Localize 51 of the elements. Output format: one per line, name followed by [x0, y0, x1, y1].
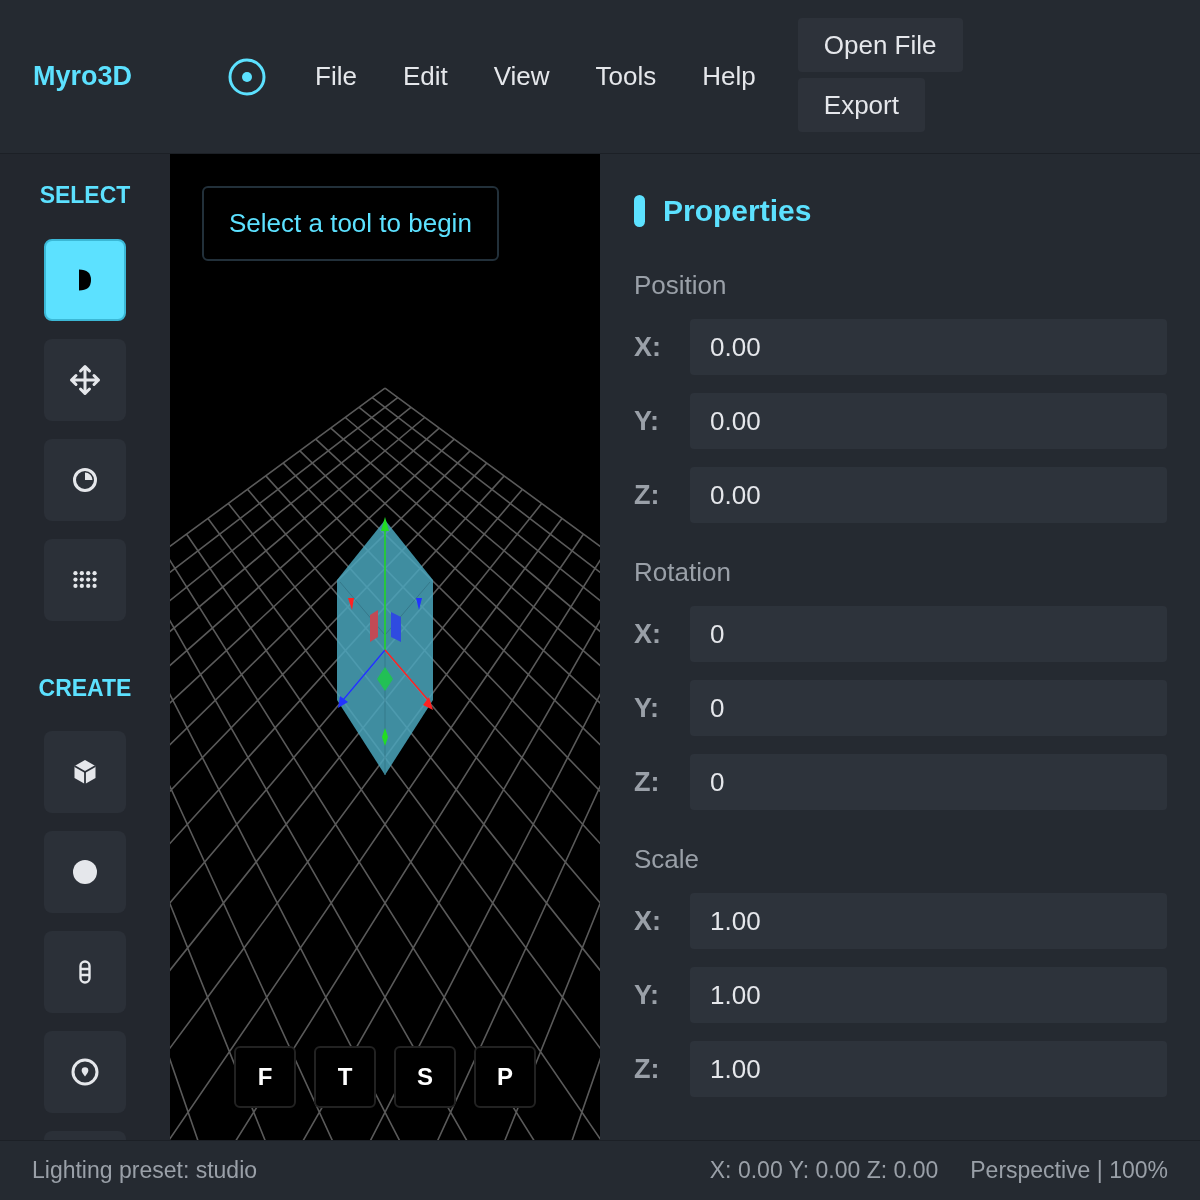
header-button[interactable]: Export	[797, 78, 925, 132]
value-field[interactable]: 0.00	[690, 467, 1167, 523]
value-field[interactable]: 1.00	[690, 893, 1167, 949]
tool-button[interactable]	[44, 831, 126, 913]
axis-label: Z:	[634, 765, 661, 799]
header-button[interactable]: Open File	[797, 18, 963, 72]
value-field[interactable]: 0	[690, 606, 1167, 662]
axis-label: Z:	[634, 1052, 661, 1086]
group-title: Rotation	[634, 556, 732, 589]
section-title: SELECT	[39, 181, 131, 210]
axis-label: Z:	[634, 478, 661, 512]
view-button[interactable]: P	[474, 1046, 536, 1108]
axis-label: X:	[634, 617, 662, 651]
section-title: CREATE	[38, 673, 132, 703]
title-accent-bar	[634, 194, 645, 227]
coordinates-text: X: 0.00 Y: 0.00 Z: 0.00	[709, 1156, 939, 1186]
view-button[interactable]: S	[394, 1046, 456, 1108]
view-button[interactable]: T	[314, 1046, 376, 1108]
tool-button[interactable]	[44, 1031, 126, 1113]
status-text: Lighting preset: studio	[32, 1156, 258, 1186]
menu-item[interactable]: File	[315, 57, 357, 96]
view-button[interactable]: F	[234, 1046, 296, 1108]
dot-grid-icon	[73, 571, 97, 588]
panel-title: Properties	[663, 193, 812, 229]
tool-button[interactable]	[44, 931, 126, 1013]
view-mode-text: Perspective | 100%	[970, 1156, 1168, 1186]
tool-button[interactable]	[44, 338, 126, 421]
value-field[interactable]: 0.00	[690, 319, 1167, 375]
tool-button[interactable]	[44, 538, 126, 621]
menu-item[interactable]: Help	[702, 57, 756, 96]
menu-item[interactable]: Edit	[402, 57, 448, 96]
hint-label: Select a tool to begin	[202, 186, 499, 261]
app-logo: Myro3D	[33, 60, 134, 94]
value-field[interactable]: 1.00	[690, 967, 1167, 1023]
value-field[interactable]: 0	[690, 754, 1167, 810]
tool-button[interactable]	[44, 238, 126, 321]
axis-label: X:	[634, 904, 662, 938]
tool-button[interactable]	[44, 731, 126, 813]
tool-button[interactable]	[44, 438, 126, 521]
menu-item[interactable]: Tools	[595, 57, 657, 96]
menu-item[interactable]: View	[493, 57, 550, 96]
axis-label: Y:	[634, 404, 660, 438]
group-title: Position	[634, 269, 728, 302]
target-icon[interactable]	[227, 56, 267, 97]
value-field[interactable]: 0	[690, 680, 1167, 736]
value-field[interactable]: 0.00	[690, 393, 1167, 449]
axis-label: Y:	[634, 691, 660, 725]
group-title: Scale	[634, 843, 701, 876]
value-field[interactable]: 1.00	[690, 1041, 1167, 1097]
axis-label: X:	[634, 330, 662, 364]
axis-label: Y:	[634, 978, 660, 1012]
